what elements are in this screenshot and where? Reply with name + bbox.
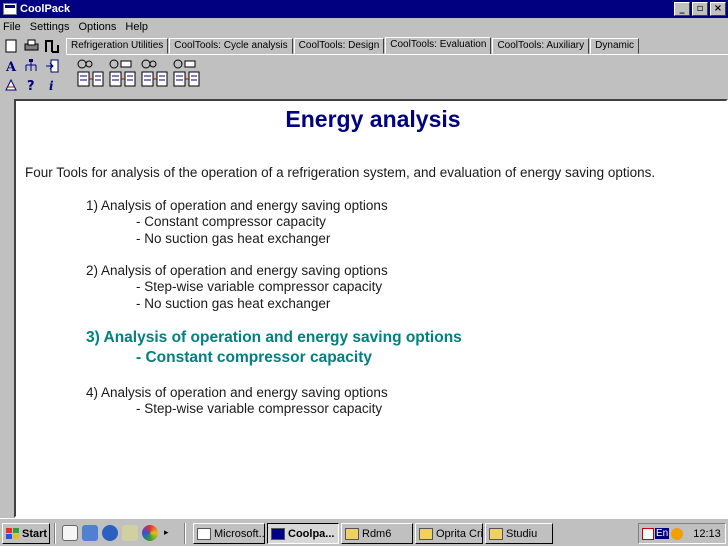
left-toolbar: A ? i <box>0 36 64 96</box>
window-icon <box>197 527 211 540</box>
maximize-button[interactable]: ▫ <box>692 2 708 16</box>
task-oprita[interactable]: Oprita Cri... <box>415 523 483 544</box>
quick-launch-search-icon[interactable] <box>122 525 138 541</box>
svg-text:?: ? <box>27 79 35 92</box>
minimize-button[interactable]: _ <box>674 2 690 16</box>
task-microsoft[interactable]: Microsoft... <box>193 523 265 544</box>
tab-strip: Refrigeration Utilities CoolTools: Cycle… <box>66 36 640 55</box>
new-document-icon[interactable] <box>3 38 19 54</box>
tab-cycle-analysis[interactable]: CoolTools: Cycle analysis <box>169 38 293 54</box>
evaluation-tool-2-icon[interactable] <box>108 59 138 89</box>
language-indicator[interactable]: En <box>655 528 670 539</box>
menu-file[interactable]: File <box>3 21 21 33</box>
taskbar-separator <box>54 523 56 544</box>
task-coolpack[interactable]: Coolpa... <box>267 523 339 544</box>
item-2-line-2: - No suction gas heat exchanger <box>136 296 331 311</box>
start-button[interactable]: Start <box>2 523 50 544</box>
folder-icon <box>489 527 503 540</box>
taskbar: Start ▸ Microsoft... Coolpa... Rdm6 Opri… <box>0 518 728 546</box>
evaluation-tool-4-icon[interactable] <box>172 59 202 89</box>
quick-launch-browser-icon[interactable] <box>82 525 98 541</box>
item-2-heading[interactable]: 2) Analysis of operation and energy savi… <box>86 263 388 278</box>
calculator-icon[interactable] <box>3 77 19 93</box>
menu-bar: File Settings Options Help <box>0 18 728 35</box>
tab-design[interactable]: CoolTools: Design <box>293 38 385 54</box>
import-icon[interactable] <box>44 58 60 74</box>
tab-evaluation[interactable]: CoolTools: Evaluation <box>385 37 492 55</box>
item-4-line-1: - Step-wise variable compressor capacity <box>136 401 383 416</box>
menu-settings[interactable]: Settings <box>30 21 70 33</box>
item-2-line-1: - Step-wise variable compressor capacity <box>136 279 383 294</box>
title-bar: CoolPack _ ▫ × <box>0 0 728 18</box>
item-1-heading[interactable]: 1) Analysis of operation and energy savi… <box>86 198 388 213</box>
print-icon[interactable] <box>23 38 39 54</box>
quick-launch-more-icon[interactable]: ▸ <box>164 525 174 541</box>
content-pane: Energy analysis Four Tools for analysis … <box>14 99 728 518</box>
task-rdm6[interactable]: Rdm6 <box>341 523 413 544</box>
folder-icon <box>345 527 359 540</box>
windows-logo-icon <box>6 527 19 539</box>
window-title: CoolPack <box>20 3 71 15</box>
svg-text:A: A <box>5 60 17 73</box>
window-icon <box>271 527 285 540</box>
svg-text:i: i <box>49 79 54 92</box>
item-3-line-1: - Constant compressor capacity <box>136 349 373 366</box>
tab-dynamic[interactable]: Dynamic <box>590 38 640 54</box>
quick-launch-media-icon[interactable] <box>142 525 158 541</box>
menu-options[interactable]: Options <box>78 21 116 33</box>
tab-panel <box>66 54 728 96</box>
font-icon[interactable]: A <box>3 58 19 74</box>
evaluation-tool-1-icon[interactable] <box>76 59 106 89</box>
tray-volume-icon[interactable] <box>671 527 684 540</box>
quick-launch-edit-icon[interactable] <box>62 525 78 541</box>
taskbar-separator <box>184 523 186 544</box>
evaluation-tool-3-icon[interactable] <box>140 59 170 89</box>
quick-launch-ie-icon[interactable] <box>102 525 118 541</box>
tab-auxiliary[interactable]: CoolTools: Auxiliary <box>492 38 590 54</box>
left-margin <box>0 99 14 518</box>
help-icon[interactable]: ? <box>23 77 39 93</box>
intro-text: Four Tools for analysis of the operation… <box>25 165 656 180</box>
folder-icon <box>419 527 433 540</box>
item-3-heading[interactable]: 3) Analysis of operation and energy savi… <box>86 329 462 347</box>
hierarchy-icon[interactable] <box>23 58 39 74</box>
item-1-line-2: - No suction gas heat exchanger <box>136 231 331 246</box>
clock[interactable]: 12:13 <box>693 528 721 540</box>
menu-help[interactable]: Help <box>125 21 148 33</box>
info-icon[interactable]: i <box>44 77 60 93</box>
chart-icon[interactable] <box>44 38 60 54</box>
app-icon <box>3 3 17 15</box>
start-label: Start <box>22 527 48 540</box>
item-4-heading[interactable]: 4) Analysis of operation and energy savi… <box>86 385 388 400</box>
system-tray: En 12:13 <box>638 523 726 544</box>
close-button[interactable]: × <box>710 2 726 16</box>
task-studiu[interactable]: Studiu <box>485 523 553 544</box>
page-title: Energy analysis <box>285 106 461 132</box>
tab-refrigeration-utilities[interactable]: Refrigeration Utilities <box>66 38 169 54</box>
tray-app-icon[interactable] <box>642 527 654 540</box>
item-1-line-1: - Constant compressor capacity <box>136 214 326 229</box>
